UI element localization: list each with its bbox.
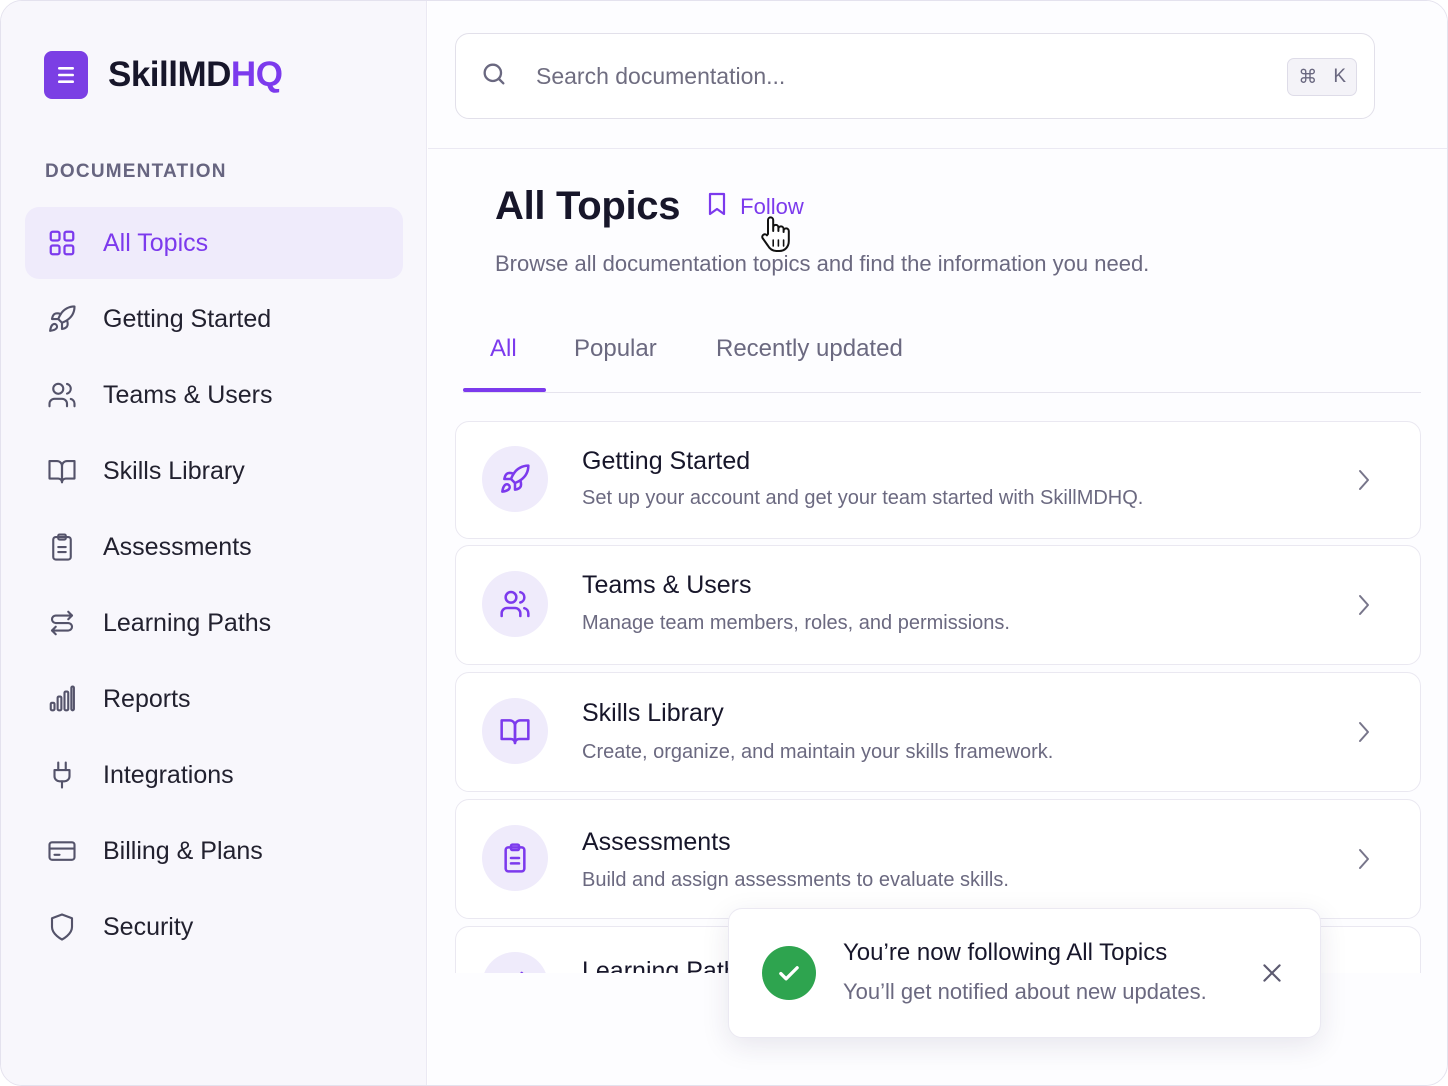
sidebar-item-label: Assessments (103, 532, 252, 561)
sidebar-item-reports[interactable]: Reports (25, 663, 403, 735)
page-title: All Topics (495, 184, 681, 228)
topic-card-getting-started[interactable]: Getting Started Set up your account and … (455, 421, 1421, 539)
main-content: ⌘ K All Topics Follow Browse (428, 1, 1447, 1085)
brand-name-accent: HQ (230, 55, 283, 94)
chevron-right-icon (1354, 468, 1374, 497)
sidebar-item-label: Learning Paths (103, 608, 272, 637)
sidebar-item-label: Skills Library (103, 456, 245, 485)
topic-title: Learning Paths (582, 957, 751, 973)
rocket-icon (45, 302, 79, 336)
sidebar-item-label: Getting Started (103, 304, 272, 333)
sidebar-item-label: Security (103, 912, 194, 941)
sidebar-item-learning-paths[interactable]: Learning Paths (25, 587, 403, 659)
bookmark-icon (706, 191, 728, 222)
clipboard-icon (482, 825, 548, 891)
sidebar-item-label: Reports (103, 684, 191, 713)
active-tab-indicator (463, 388, 546, 392)
brand[interactable]: SkillMDHQ (44, 51, 283, 99)
bar-chart-icon (45, 682, 79, 716)
toast-message: You’ll get notified about new updates. (843, 979, 1207, 1004)
tab-popular[interactable]: Popular (574, 335, 657, 363)
rocket-icon (482, 446, 548, 512)
sidebar-item-label: Billing & Plans (103, 836, 263, 865)
clipboard-icon (45, 530, 79, 564)
users-icon (45, 378, 79, 412)
grid-icon (45, 226, 79, 260)
search-input[interactable] (536, 62, 1236, 90)
tab-recently-updated[interactable]: Recently updated (716, 335, 903, 363)
tab-bar: All Popular Recently updated (463, 321, 1421, 393)
topic-list: Getting Started Set up your account and … (455, 421, 1421, 973)
app-window: SkillMDHQ DOCUMENTATION All Topics Getti… (0, 0, 1448, 1086)
chevron-right-icon (1354, 720, 1374, 749)
book-icon (482, 698, 548, 764)
sidebar-item-skills-library[interactable]: Skills Library (25, 435, 403, 507)
users-icon (482, 571, 548, 637)
sidebar-nav: All Topics Getting Started Teams & Users… (25, 207, 403, 967)
sidebar: SkillMDHQ DOCUMENTATION All Topics Getti… (1, 1, 427, 1085)
topbar: ⌘ K (428, 1, 1447, 149)
follow-toast: You’re now following All Topics You’ll g… (728, 908, 1321, 1038)
close-icon[interactable] (1259, 960, 1285, 991)
search-bar[interactable]: ⌘ K (455, 33, 1375, 119)
search-icon (480, 60, 508, 93)
toast-title: You’re now following All Topics (843, 939, 1168, 966)
shield-icon (45, 910, 79, 944)
keyboard-shortcut-badge: ⌘ K (1287, 58, 1357, 96)
sidebar-item-all-topics[interactable]: All Topics (25, 207, 403, 279)
sidebar-item-getting-started[interactable]: Getting Started (25, 283, 403, 355)
topic-description: Set up your account and get your team st… (582, 487, 1144, 509)
brand-name: SkillMDHQ (108, 55, 283, 95)
sidebar-item-teams-users[interactable]: Teams & Users (25, 359, 403, 431)
sidebar-item-billing-plans[interactable]: Billing & Plans (25, 815, 403, 887)
section-label: DOCUMENTATION (45, 161, 227, 182)
topic-title: Getting Started (582, 447, 751, 475)
route-icon (45, 606, 79, 640)
book-icon (45, 454, 79, 488)
topic-description: Create, organize, and maintain your skil… (582, 741, 1054, 763)
topic-title: Teams & Users (582, 571, 752, 599)
check-circle-icon (762, 946, 816, 1000)
topic-card-skills-library[interactable]: Skills Library Create, organize, and mai… (455, 672, 1421, 792)
brand-name-main: SkillMD (108, 55, 231, 94)
sidebar-item-label: Teams & Users (103, 380, 273, 409)
topic-title: Skills Library (582, 699, 724, 727)
sidebar-item-security[interactable]: Security (25, 891, 403, 963)
topic-description: Build and assign assessments to evaluate… (582, 869, 1009, 891)
topic-title: Assessments (582, 828, 731, 856)
chevron-right-icon (1354, 847, 1374, 876)
sidebar-item-assessments[interactable]: Assessments (25, 511, 403, 583)
chevron-right-icon (1354, 593, 1374, 622)
command-key-icon: ⌘ (1298, 66, 1318, 88)
sidebar-item-integrations[interactable]: Integrations (25, 739, 403, 811)
topic-description: Manage team members, roles, and permissi… (582, 612, 1010, 634)
document-logo-icon (44, 51, 88, 99)
shortcut-key: K (1333, 66, 1346, 87)
page-subtitle: Browse all documentation topics and find… (495, 251, 1150, 276)
sidebar-item-label: Integrations (103, 760, 234, 789)
tab-all[interactable]: All (490, 335, 517, 363)
topic-card-assessments[interactable]: Assessments Build and assign assessments… (455, 799, 1421, 919)
route-icon (482, 952, 548, 973)
sidebar-item-label: All Topics (103, 228, 209, 257)
credit-card-icon (45, 834, 79, 868)
topic-card-teams-users[interactable]: Teams & Users Manage team members, roles… (455, 545, 1421, 665)
plug-icon (45, 758, 79, 792)
